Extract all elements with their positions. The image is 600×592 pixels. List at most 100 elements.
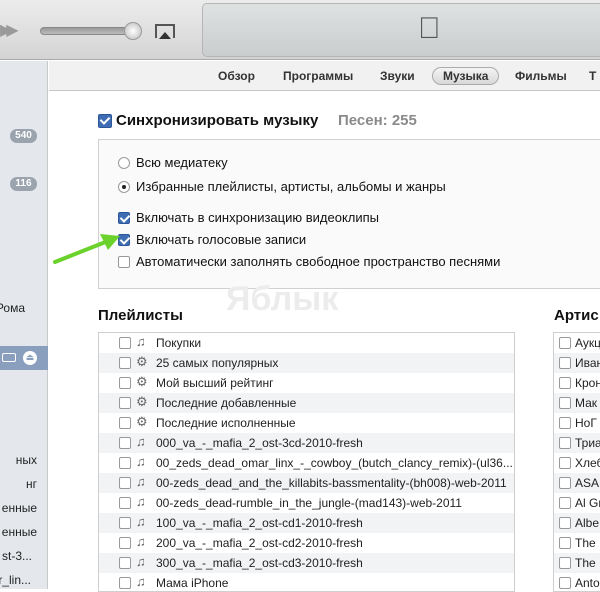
artist-row[interactable]: The	[554, 553, 600, 573]
playlist-name: Покупки	[156, 336, 202, 350]
artist-row[interactable]: Al Gr	[554, 493, 600, 513]
playlist-name: 100_va_-_mafia_2_ost-cd1-2010-fresh	[156, 516, 363, 530]
selected-items-radio[interactable]	[118, 181, 130, 193]
sidebar-item[interactable]: енные	[2, 501, 37, 515]
playlist-name: Последние исполненные	[156, 416, 296, 430]
playlist-row[interactable]: ⚙ Мой высший рейтинг	[99, 373, 514, 393]
artist-row[interactable]: Хлеб	[554, 453, 600, 473]
playlist-checkbox[interactable]	[119, 497, 131, 509]
sidebar-item-device[interactable]: ⏏	[0, 346, 48, 370]
playlist-icon: ♫	[136, 334, 146, 349]
fast-forward-icon[interactable]: ▶▶	[0, 20, 18, 40]
playlist-row[interactable]: ♫ 000_va_-_mafia_2_ost-3cd-2010-fresh	[99, 433, 514, 453]
artist-row[interactable]: Триа	[554, 433, 600, 453]
autofill-label: Автоматически заполнять свободное простр…	[136, 254, 501, 269]
artist-checkbox[interactable]	[559, 417, 571, 429]
artist-checkbox[interactable]	[559, 557, 571, 569]
playlist-row[interactable]: ⚙ Последние добавленные	[99, 393, 514, 413]
playlist-row[interactable]: ♫ Мама iPhone	[99, 573, 514, 591]
tab-apps[interactable]: Программы	[273, 67, 363, 85]
playlist-row[interactable]: ⚙ Последние исполненные	[99, 413, 514, 433]
playlist-checkbox[interactable]	[119, 517, 131, 529]
artist-row[interactable]: ASAI	[554, 473, 600, 493]
playlist-checkbox[interactable]	[119, 357, 131, 369]
artist-checkbox[interactable]	[559, 517, 571, 529]
artist-checkbox[interactable]	[559, 477, 571, 489]
playlist-row[interactable]: ⚙ 25 самых популярных	[99, 353, 514, 373]
artist-name: Al Gr	[575, 496, 600, 510]
artist-name: ASAI	[575, 476, 600, 490]
playlist-icon: ♫	[136, 534, 146, 549]
artist-row[interactable]: НоГ	[554, 413, 600, 433]
artist-checkbox[interactable]	[559, 357, 571, 369]
sync-music-label: Синхронизировать музыку	[116, 112, 319, 129]
playlist-checkbox[interactable]	[119, 377, 131, 389]
entire-library-radio[interactable]	[118, 157, 130, 169]
playlist-row[interactable]: ♫ 300_va_-_mafia_2_ost-cd3-2010-fresh	[99, 553, 514, 573]
playlist-checkbox[interactable]	[119, 577, 131, 589]
artist-row[interactable]: Albe	[554, 513, 600, 533]
playlist-row[interactable]: ♫ 00-zeds_dead_and_the_killabits-bassment…	[99, 473, 514, 493]
playlists-list[interactable]: ♫ Покупки ⚙ 25 самых популярных ⚙ Мой высший …	[98, 332, 515, 592]
playlist-row[interactable]: ♫ 00_zeds_dead_omar_linx_-_cowboy_(butch_…	[99, 453, 514, 473]
tab-overview[interactable]: Обзор	[208, 67, 265, 85]
tab-tones[interactable]: Звуки	[370, 67, 425, 85]
playlists-heading: Плейлисты	[98, 307, 183, 324]
include-videos-label: Включать в синхронизацию видеоклипы	[136, 210, 380, 225]
volume-slider[interactable]	[40, 27, 136, 35]
artist-row[interactable]: Крон	[554, 373, 600, 393]
playlist-checkbox[interactable]	[119, 437, 131, 449]
playlist-checkbox[interactable]	[119, 457, 131, 469]
artist-row[interactable]: Мак	[554, 393, 600, 413]
artist-row[interactable]: The	[554, 533, 600, 553]
artist-name: Мак	[575, 396, 598, 410]
sidebar-item-device-name[interactable]: Рома	[0, 301, 25, 315]
tab-movies[interactable]: Фильмы	[505, 67, 577, 85]
artist-row[interactable]: Аукц	[554, 333, 600, 353]
sidebar-item[interactable]: нг	[26, 477, 37, 491]
playlist-row[interactable]: ♫ 00-zeds_dead-rumble_in_the_jungle-(mad1…	[99, 493, 514, 513]
artist-row[interactable]: Anto	[554, 573, 600, 591]
artist-checkbox[interactable]	[559, 457, 571, 469]
playlist-checkbox[interactable]	[119, 397, 131, 409]
sync-music-checkbox[interactable]	[98, 114, 112, 128]
artist-checkbox[interactable]	[559, 537, 571, 549]
tab-music[interactable]: Музыка	[432, 67, 500, 85]
toolbar: ▶▶ 	[0, 0, 600, 60]
playlist-checkbox[interactable]	[119, 557, 131, 569]
sidebar-item[interactable]: st-3...	[2, 549, 32, 563]
tab-bar: Обзор Программы Звуки Музыка Фильмы Т	[49, 61, 600, 91]
artist-checkbox[interactable]	[559, 377, 571, 389]
sidebar-item[interactable]: енные	[2, 525, 37, 539]
entire-library-label: Всю медиатеку	[136, 155, 228, 170]
playlist-row[interactable]: ♫ Покупки	[99, 333, 514, 353]
playlist-checkbox[interactable]	[119, 417, 131, 429]
volume-knob[interactable]	[124, 22, 142, 40]
song-count: Песен: 255	[338, 112, 417, 129]
playlist-row[interactable]: ♫ 100_va_-_mafia_2_ost-cd1-2010-fresh	[99, 513, 514, 533]
eject-icon[interactable]: ⏏	[23, 351, 37, 365]
status-display	[202, 3, 600, 57]
playlist-name: 00_zeds_dead_omar_linx_-_cowboy_(butch_c…	[156, 456, 513, 470]
tab-tv[interactable]: Т	[579, 67, 600, 85]
playlist-name: 25 самых популярных	[156, 356, 279, 370]
artist-row[interactable]: Иван	[554, 353, 600, 373]
playlist-checkbox[interactable]	[119, 537, 131, 549]
artists-heading: Артис	[554, 307, 599, 324]
playlist-row[interactable]: ♫ 200_va_-_mafia_2_ost-cd2-2010-fresh	[99, 533, 514, 553]
artists-list[interactable]: Аукц Иван Крон Мак НоГ Триа Хлеб ASAI Al Gr Albe T…	[553, 332, 600, 592]
artist-name: The	[575, 556, 596, 570]
artist-checkbox[interactable]	[559, 397, 571, 409]
playlist-checkbox[interactable]	[119, 337, 131, 349]
artist-checkbox[interactable]	[559, 577, 571, 589]
artist-checkbox[interactable]	[559, 497, 571, 509]
artist-checkbox[interactable]	[559, 437, 571, 449]
playlist-name: 00-zeds_dead_and_the_killabits-bassmenta…	[156, 476, 507, 490]
smart-playlist-icon: ⚙	[136, 374, 148, 389]
include-videos-checkbox[interactable]	[118, 212, 130, 224]
playlist-checkbox[interactable]	[119, 477, 131, 489]
watermark: Яблык	[226, 280, 339, 318]
sidebar-item[interactable]: r_lin...	[0, 573, 31, 587]
sidebar-item[interactable]: ных	[16, 453, 37, 467]
artist-checkbox[interactable]	[559, 337, 571, 349]
